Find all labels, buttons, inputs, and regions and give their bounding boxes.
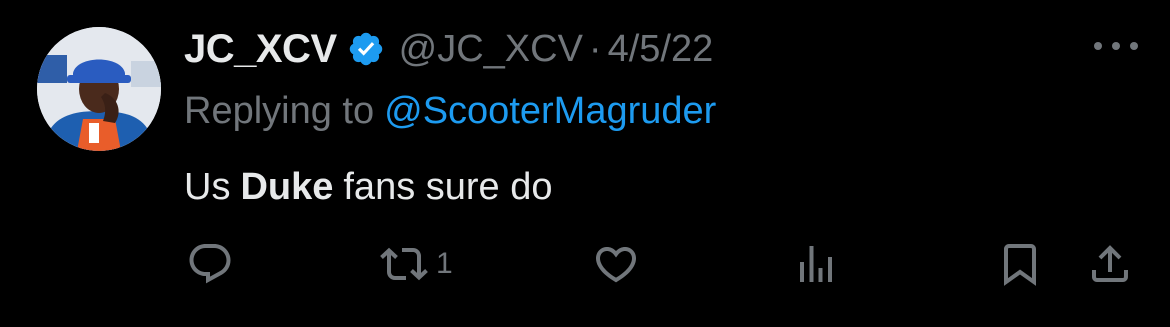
tweet[interactable]: JC_XCV @JC_XCV · 4/5/22 Replying to @Sco… (0, 0, 1170, 327)
bookmark-icon (1004, 244, 1036, 286)
retweet-button[interactable]: 1 (380, 234, 453, 294)
views-icon (800, 246, 832, 282)
bookmark-button[interactable] (996, 234, 1044, 294)
like-button[interactable] (592, 234, 640, 294)
reply-icon (189, 244, 231, 284)
display-name[interactable]: JC_XCV (184, 27, 337, 72)
heart-icon (595, 247, 637, 283)
share-icon (1092, 245, 1128, 282)
separator-dot: · (588, 27, 602, 70)
retweet-icon (380, 247, 428, 281)
tweet-date[interactable]: 4/5/22 (608, 28, 714, 71)
retweet-count: 1 (436, 247, 453, 280)
share-button[interactable] (1086, 234, 1134, 294)
avatar-image (37, 27, 161, 151)
avatar[interactable] (37, 27, 161, 151)
replying-to-label: Replying to (184, 89, 375, 132)
tweet-text-end: fans sure do (343, 165, 553, 208)
tweet-header: JC_XCV @JC_XCV · 4/5/22 (184, 23, 713, 75)
verified-badge-icon (347, 30, 385, 68)
views-button[interactable] (792, 234, 840, 294)
reply-button[interactable] (186, 234, 234, 294)
replying-to-link[interactable]: @ScooterMagruder (384, 90, 716, 133)
more-options-icon[interactable] (1094, 36, 1138, 56)
replying-to: Replying to @ScooterMagruder (184, 86, 716, 136)
user-handle[interactable]: @JC_XCV (399, 28, 583, 71)
action-bar: 1 (0, 234, 1170, 294)
tweet-text: Us Duke fans sure do (184, 161, 553, 213)
tweet-text-start: Us (184, 165, 231, 208)
tweet-text-bold: Duke (240, 165, 334, 208)
